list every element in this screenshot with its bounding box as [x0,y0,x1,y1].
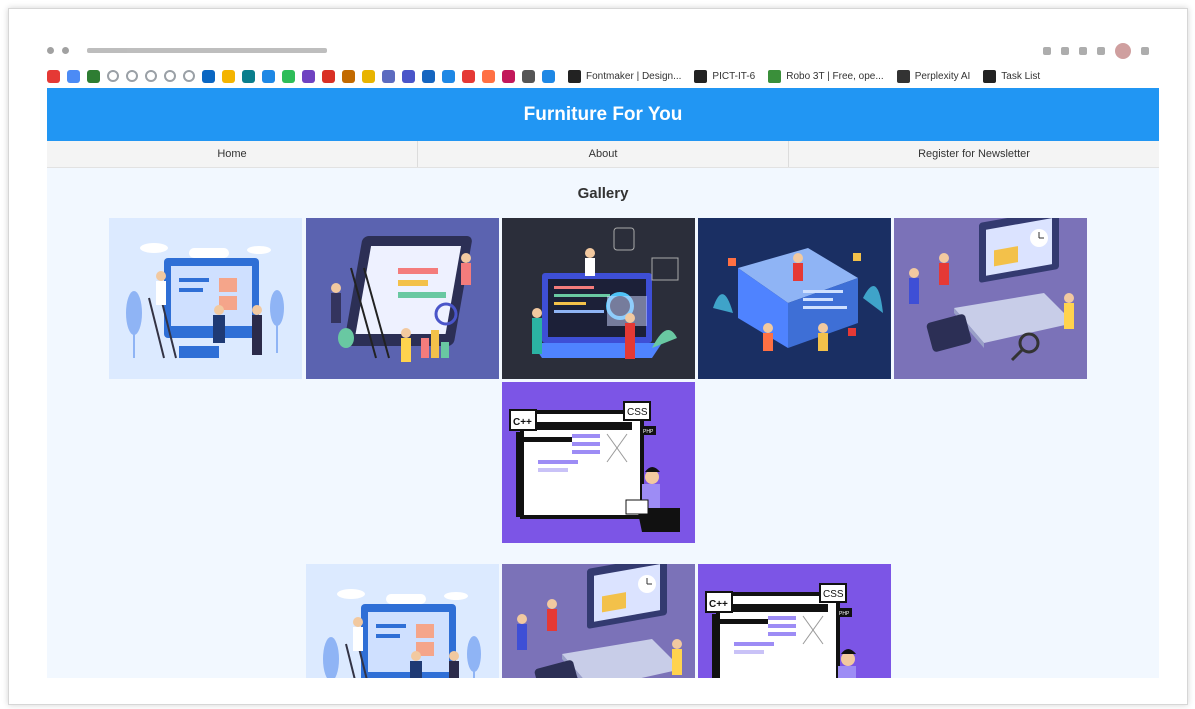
main-nav: Home About Register for Newsletter [47,141,1159,168]
navigation-controls [47,45,327,55]
bookmark-icon[interactable] [183,70,195,82]
web-design-team-illustration [109,218,302,379]
site-title: Furniture For You [523,103,683,125]
analytics-dashboard-illustration [306,218,499,379]
screenshot-frame: Fontmaker | Design... PICT-IT-6 Robo 3T | … [8,8,1188,705]
extension-icon[interactable] [1061,47,1069,55]
svg-text:C++: C++ [513,417,532,428]
nav-about[interactable]: About [418,141,789,167]
extension-icon[interactable] [1043,47,1051,55]
bookmark-icon[interactable] [302,69,315,83]
web-design-team-illustration-graphic [306,564,499,678]
bookmark-icon[interactable] [502,69,515,83]
cpp-css-developer-illustration-graphic: C++ CSS PHP [502,382,695,543]
bookmark-link[interactable]: Perplexity AI [896,69,971,83]
bookmark-icon[interactable] [522,69,535,83]
bookmark-icon[interactable] [262,69,275,83]
laptop-developers-illustration [502,564,695,678]
page-viewport: Furniture For You Home About Register fo… [47,88,1159,678]
gallery-title: Gallery [577,185,629,202]
menu-icon[interactable] [1141,47,1149,55]
svg-text:CSS: CSS [823,589,844,600]
nav-register-newsletter[interactable]: Register for Newsletter [789,141,1159,167]
bookmark-icon[interactable] [222,69,235,83]
checkmark-icon [983,69,997,83]
laptop-coding-illustration [502,218,695,379]
bookmark-icon[interactable] [482,69,495,83]
bookmark-link[interactable]: Robo 3T | Free, ope... [768,69,884,83]
analytics-dashboard-illustration-graphic [306,218,499,379]
bookmark-icon[interactable] [282,69,295,83]
web-design-team-illustration-graphic [109,218,302,379]
bookmark-link[interactable]: PICT-IT-6 [694,69,756,83]
url-text[interactable] [87,47,327,53]
web-design-team-illustration [306,564,499,678]
document-icon [694,69,708,83]
laptop-developers-illustration-graphic [894,218,1087,379]
profile-avatar[interactable] [1115,43,1131,59]
bookmark-icon[interactable] [107,70,119,82]
bookmark-label: PICT-IT-6 [712,70,756,82]
bookmark-link[interactable]: Task List [983,69,1041,83]
extension-icon[interactable] [1097,47,1105,55]
bookmark-icon[interactable] [164,70,176,82]
cpp-css-developer-illustration: C++ CSS PHP [698,564,891,678]
extension-icon[interactable] [1079,47,1087,55]
robo3t-icon [768,69,782,83]
back-icon[interactable] [47,46,54,54]
bookmark-label: Robo 3T | Free, ope... [786,70,884,82]
cpp-css-developer-illustration-graphic: C++ CSS PHP [698,564,891,678]
bookmark-icon[interactable] [342,69,355,83]
svg-text:C++: C++ [709,599,728,610]
bookmark-icon[interactable] [542,69,555,83]
perplexity-icon [896,69,910,83]
bookmark-icon[interactable] [67,69,80,83]
svg-text:CSS: CSS [627,407,648,418]
svg-text:PHP: PHP [643,429,654,435]
bookmark-link[interactable]: Fontmaker | Design... [568,69,682,83]
bookmark-icon[interactable] [442,69,455,83]
bookmark-icon[interactable] [382,69,395,83]
cpp-css-developer-illustration: C++ CSS PHP [502,382,695,543]
browser-address-bar [47,43,1159,61]
laptop-coding-illustration-graphic [502,218,695,379]
bookmark-icon[interactable] [322,69,335,83]
bookmark-icon[interactable] [242,69,255,83]
bookmark-icon[interactable] [47,69,60,83]
svg-text:PHP: PHP [839,611,850,617]
isometric-web-illustration-graphic [698,218,891,379]
fontmaker-icon [568,69,581,83]
laptop-developers-illustration-graphic [502,564,695,678]
bookmarks-bar: Fontmaker | Design... PICT-IT-6 Robo 3T | … [47,65,1159,87]
bookmark-icon[interactable] [202,69,215,83]
bookmark-icon[interactable] [87,69,100,83]
bookmark-icon[interactable] [362,69,375,83]
bookmark-icon[interactable] [462,69,475,83]
isometric-web-illustration [698,218,891,379]
bookmark-icon[interactable] [145,70,157,82]
nav-home[interactable]: Home [47,141,418,167]
bookmark-label: Task List [1001,70,1041,82]
reload-icon[interactable] [62,46,69,54]
bookmark-icon[interactable] [422,69,435,83]
browser-toolbar-icons [1043,43,1149,59]
bookmark-label: Fontmaker | Design... [586,70,682,82]
bookmark-icon[interactable] [402,69,415,83]
site-header: Furniture For You [47,88,1159,141]
bookmark-icon[interactable] [126,70,138,82]
bookmark-label: Perplexity AI [914,70,971,82]
laptop-developers-illustration [894,218,1087,379]
